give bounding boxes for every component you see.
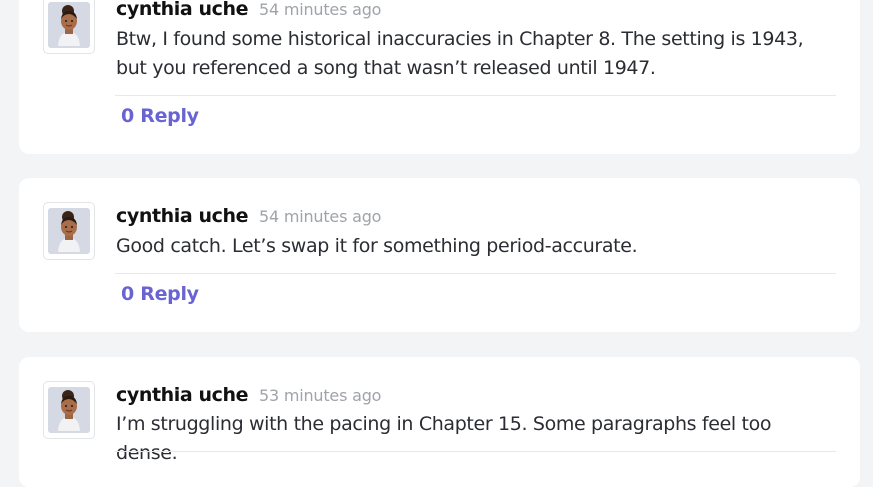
comment-text: Btw, I found some historical inaccuracie…	[116, 28, 804, 79]
comment-time: 54 minutes ago	[259, 0, 382, 19]
user-avatar-icon	[48, 387, 90, 433]
comment-author: cynthia uche	[116, 0, 249, 20]
comment-text: I’m struggling with the pacing in Chapte…	[116, 413, 772, 464]
comment-card: cynthia uche 54 minutes ago Btw, I found…	[19, 0, 860, 154]
divider	[115, 95, 836, 96]
divider	[115, 451, 836, 452]
avatar[interactable]	[43, 381, 95, 439]
comment-card: cynthia uche 54 minutes ago Good catch. …	[19, 178, 860, 332]
comment-card: cynthia uche 53 minutes ago I’m struggli…	[19, 357, 860, 487]
reply-button[interactable]: 0 Reply	[121, 105, 199, 127]
comment-time: 54 minutes ago	[259, 207, 382, 226]
divider	[115, 273, 836, 274]
avatar[interactable]	[43, 0, 95, 54]
comment-time: 53 minutes ago	[259, 386, 382, 405]
comment-author: cynthia uche	[116, 205, 249, 227]
user-avatar-icon	[48, 208, 90, 254]
reply-button[interactable]: 0 Reply	[121, 283, 199, 305]
avatar[interactable]	[43, 202, 95, 260]
user-avatar-icon	[48, 2, 90, 48]
comment-author: cynthia uche	[116, 384, 249, 406]
comment-text: Good catch. Let’s swap it for something …	[116, 235, 638, 257]
